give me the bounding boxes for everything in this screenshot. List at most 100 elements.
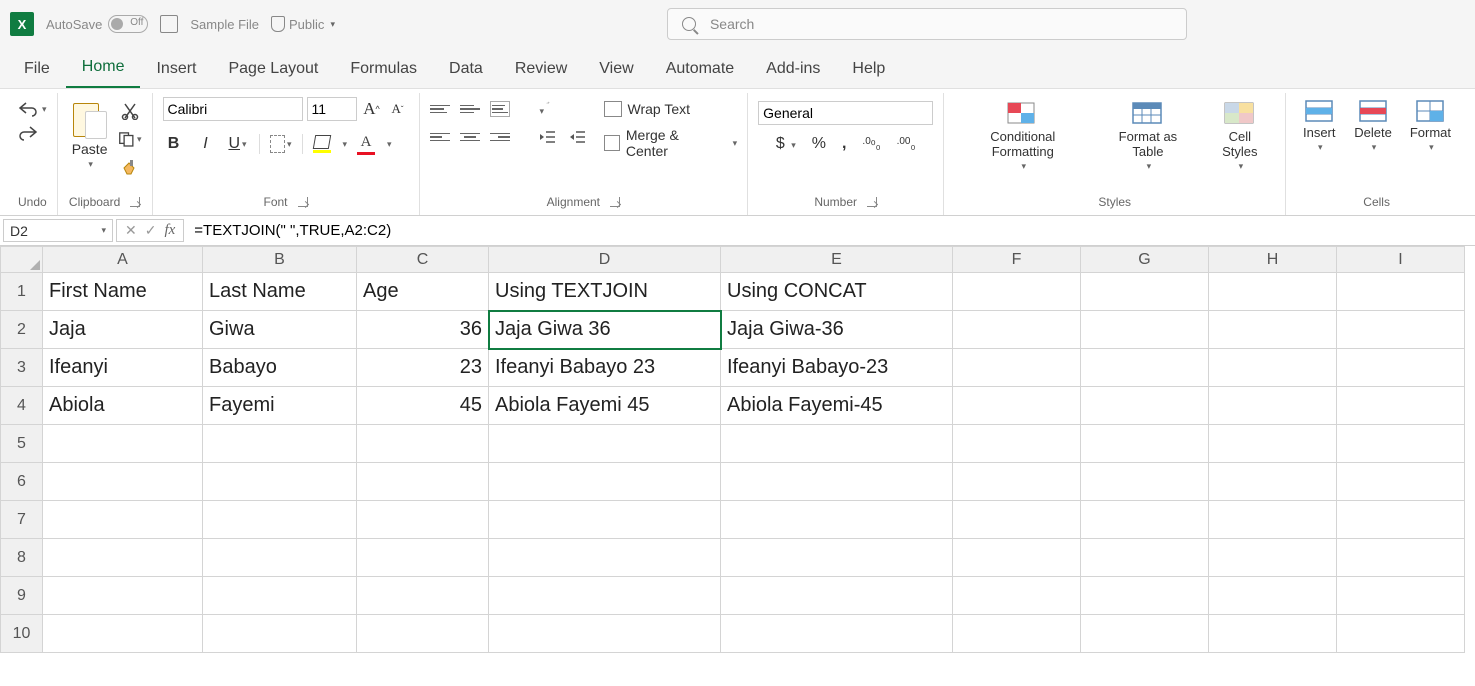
cell-E4[interactable]: Abiola Fayemi-45 [721, 387, 953, 425]
number-format-select[interactable] [758, 101, 933, 125]
delete-cells-button[interactable]: Delete▾ [1348, 97, 1398, 155]
cell-C6[interactable] [357, 463, 489, 501]
cell-A2[interactable]: Jaja [43, 311, 203, 349]
decrease-font-button[interactable]: Aˇ [387, 98, 409, 120]
cell-A4[interactable]: Abiola [43, 387, 203, 425]
cell-I5[interactable] [1337, 425, 1465, 463]
paste-button[interactable]: Paste ▾ [68, 97, 112, 172]
align-top-button[interactable] [430, 101, 450, 117]
tab-automate[interactable]: Automate [650, 52, 750, 88]
borders-button[interactable]: ▾ [270, 133, 292, 155]
tab-add-ins[interactable]: Add-ins [750, 52, 836, 88]
cell-F8[interactable] [953, 539, 1081, 577]
cell-G2[interactable] [1081, 311, 1209, 349]
wrap-text-button[interactable]: Wrap Text [604, 101, 738, 117]
row-header-9[interactable]: 9 [1, 577, 43, 615]
bold-button[interactable]: B [163, 133, 185, 155]
cell-G1[interactable] [1081, 273, 1209, 311]
copy-button[interactable]: ▾ [118, 129, 142, 149]
cell-D2[interactable]: Jaja Giwa 36 [489, 311, 721, 349]
cell-A7[interactable] [43, 501, 203, 539]
cell-I6[interactable] [1337, 463, 1465, 501]
cell-C3[interactable]: 23 [357, 349, 489, 387]
cell-I4[interactable] [1337, 387, 1465, 425]
cell-D1[interactable]: Using TEXTJOIN [489, 273, 721, 311]
col-header-H[interactable]: H [1209, 247, 1337, 273]
dialog-launcher-icon[interactable] [298, 197, 308, 207]
search-box[interactable]: Search [667, 8, 1187, 40]
cell-E9[interactable] [721, 577, 953, 615]
col-header-G[interactable]: G [1081, 247, 1209, 273]
row-header-1[interactable]: 1 [1, 273, 43, 311]
cell-F9[interactable] [953, 577, 1081, 615]
enter-formula-button[interactable]: ✓ [145, 222, 157, 239]
cell-I9[interactable] [1337, 577, 1465, 615]
cell-H5[interactable] [1209, 425, 1337, 463]
cell-E1[interactable]: Using CONCAT [721, 273, 953, 311]
fill-color-button[interactable] [313, 135, 331, 153]
format-as-table-button[interactable]: Format as Table▾ [1097, 97, 1198, 174]
cell-G8[interactable] [1081, 539, 1209, 577]
cell-D10[interactable] [489, 615, 721, 653]
cell-C1[interactable]: Age [357, 273, 489, 311]
cell-C10[interactable] [357, 615, 489, 653]
row-header-7[interactable]: 7 [1, 501, 43, 539]
cell-I3[interactable] [1337, 349, 1465, 387]
cell-G7[interactable] [1081, 501, 1209, 539]
cell-D8[interactable] [489, 539, 721, 577]
cell-B6[interactable] [203, 463, 357, 501]
cell-I1[interactable] [1337, 273, 1465, 311]
cell-H6[interactable] [1209, 463, 1337, 501]
visibility-badge[interactable]: Public ▾ [271, 16, 335, 32]
comma-format-button[interactable]: , [842, 135, 846, 153]
cell-D9[interactable] [489, 577, 721, 615]
cell-I2[interactable] [1337, 311, 1465, 349]
merge-center-button[interactable]: Merge & Center ▾ [604, 127, 738, 159]
font-color-button[interactable]: A [357, 134, 375, 155]
cell-H8[interactable] [1209, 539, 1337, 577]
decrease-indent-button[interactable] [538, 129, 558, 145]
tab-insert[interactable]: Insert [140, 52, 212, 88]
cell-H1[interactable] [1209, 273, 1337, 311]
font-size-select[interactable] [307, 97, 357, 121]
cell-I10[interactable] [1337, 615, 1465, 653]
cell-I7[interactable] [1337, 501, 1465, 539]
col-header-C[interactable]: C [357, 247, 489, 273]
align-center-button[interactable] [460, 129, 480, 145]
cell-G6[interactable] [1081, 463, 1209, 501]
tab-home[interactable]: Home [66, 50, 141, 88]
cell-F2[interactable] [953, 311, 1081, 349]
cell-B2[interactable]: Giwa [203, 311, 357, 349]
cell-B7[interactable] [203, 501, 357, 539]
format-painter-button[interactable] [118, 157, 142, 177]
col-header-A[interactable]: A [43, 247, 203, 273]
tab-view[interactable]: View [583, 52, 649, 88]
tab-data[interactable]: Data [433, 52, 499, 88]
cell-F4[interactable] [953, 387, 1081, 425]
col-header-I[interactable]: I [1337, 247, 1465, 273]
row-header-6[interactable]: 6 [1, 463, 43, 501]
cell-F10[interactable] [953, 615, 1081, 653]
cell-H7[interactable] [1209, 501, 1337, 539]
row-header-10[interactable]: 10 [1, 615, 43, 653]
italic-button[interactable]: I [195, 133, 217, 155]
cell-D4[interactable]: Abiola Fayemi 45 [489, 387, 721, 425]
cell-F5[interactable] [953, 425, 1081, 463]
row-header-3[interactable]: 3 [1, 349, 43, 387]
conditional-formatting-button[interactable]: Conditional Formatting▾ [954, 97, 1091, 174]
cell-C9[interactable] [357, 577, 489, 615]
cell-A1[interactable]: First Name [43, 273, 203, 311]
cell-D5[interactable] [489, 425, 721, 463]
cell-B10[interactable] [203, 615, 357, 653]
cell-E8[interactable] [721, 539, 953, 577]
cell-B3[interactable]: Babayo [203, 349, 357, 387]
accounting-format-button[interactable]: $ ▾ [776, 135, 796, 153]
increase-decimal-button[interactable]: .0⁰₀ [862, 136, 880, 152]
cell-E2[interactable]: Jaja Giwa-36 [721, 311, 953, 349]
formula-input[interactable] [184, 216, 1475, 245]
cell-I8[interactable] [1337, 539, 1465, 577]
cell-E3[interactable]: Ifeanyi Babayo-23 [721, 349, 953, 387]
cell-C8[interactable] [357, 539, 489, 577]
cell-H2[interactable] [1209, 311, 1337, 349]
autosave-toggle[interactable]: AutoSave Off [46, 15, 148, 33]
